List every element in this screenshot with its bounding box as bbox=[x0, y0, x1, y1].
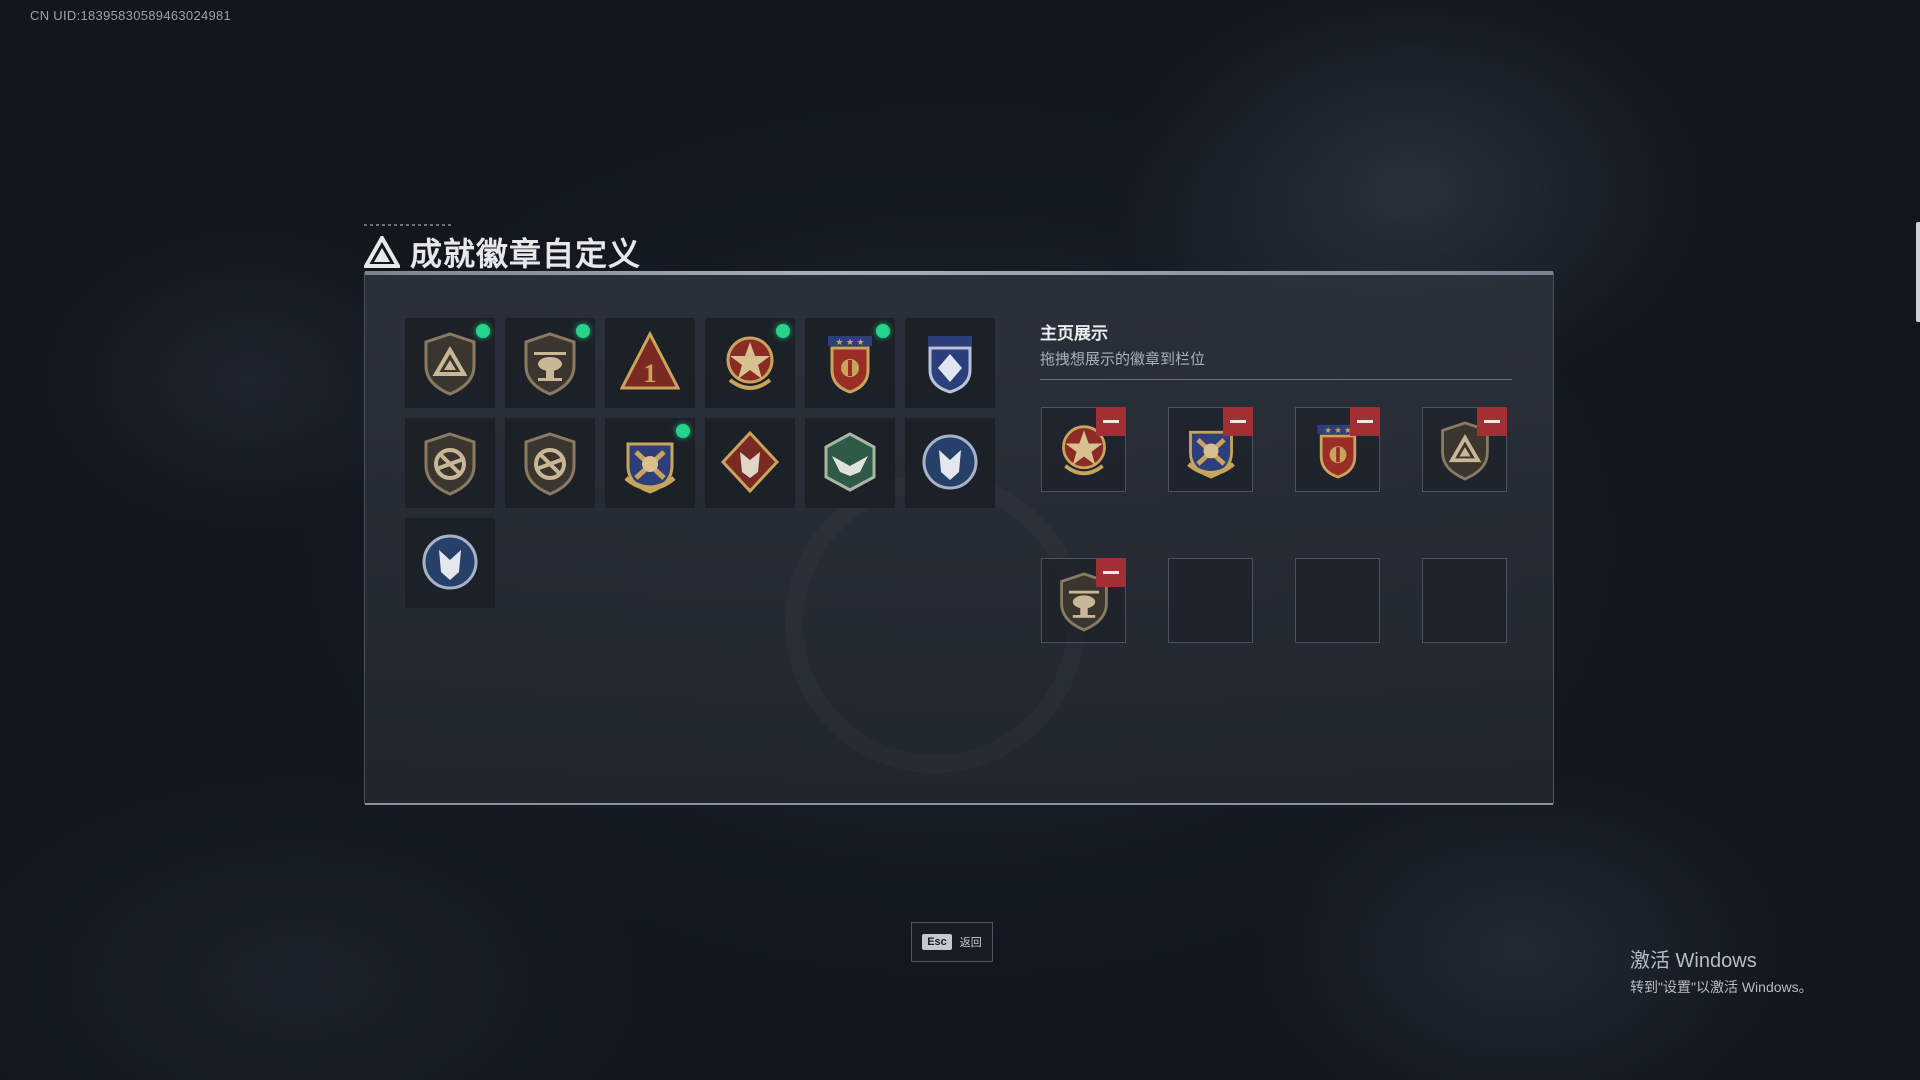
display-section-hint: 拖拽想展示的徽章到栏位 bbox=[1040, 351, 1206, 368]
anchor-cross-badge-icon bbox=[624, 442, 676, 494]
remove-badge-button[interactable] bbox=[1223, 407, 1253, 436]
wolf-circle-badge-icon bbox=[922, 434, 978, 490]
remove-badge-button[interactable] bbox=[1096, 407, 1126, 436]
helicopter-shield-badge-icon bbox=[524, 332, 576, 396]
divider bbox=[1040, 379, 1512, 380]
badge-slot[interactable] bbox=[405, 418, 495, 508]
activation-hint: 转到"设置"以激活 Windows。 bbox=[1630, 979, 1813, 995]
display-slot-filled[interactable] bbox=[1041, 558, 1126, 643]
display-slot-filled[interactable] bbox=[1041, 407, 1126, 492]
remove-badge-button[interactable] bbox=[1096, 558, 1126, 587]
badge-slot[interactable] bbox=[605, 418, 695, 508]
display-slot-empty[interactable] bbox=[1168, 558, 1253, 643]
new-badge-indicator bbox=[576, 324, 590, 338]
page-title: 成就徽章自定义 bbox=[410, 236, 642, 272]
no-rifle-shield-badge-icon bbox=[424, 432, 476, 496]
badge-inventory-grid: 1 ★ ★ ★ bbox=[405, 318, 995, 608]
triangle-logo-icon bbox=[364, 236, 400, 268]
new-badge-indicator bbox=[676, 424, 690, 438]
display-slot-empty[interactable] bbox=[1295, 558, 1380, 643]
svg-text:★ ★ ★: ★ ★ ★ bbox=[835, 337, 864, 347]
badge-slot[interactable] bbox=[505, 418, 595, 508]
svg-text:★ ★ ★: ★ ★ ★ bbox=[1324, 425, 1351, 435]
badge-slot[interactable] bbox=[905, 318, 995, 408]
triangle-shield-badge-icon bbox=[424, 332, 476, 396]
side-edge-tab[interactable] bbox=[1916, 222, 1920, 322]
no-rifle-shield-badge-icon bbox=[524, 432, 576, 496]
remove-badge-button[interactable] bbox=[1350, 407, 1380, 436]
display-slot-filled[interactable] bbox=[1422, 407, 1507, 492]
badge-slot[interactable] bbox=[905, 418, 995, 508]
page-header: 成就徽章自定义 bbox=[364, 224, 642, 274]
wolf-circle-badge-icon bbox=[422, 534, 478, 590]
wolf-diamond-badge-icon bbox=[720, 430, 780, 494]
badge-slot[interactable] bbox=[705, 418, 795, 508]
uid-label: CN UID:18395830589463024981 bbox=[30, 8, 232, 23]
minus-icon bbox=[1103, 420, 1119, 423]
badge-slot[interactable] bbox=[505, 318, 595, 408]
badge-slot[interactable] bbox=[705, 318, 795, 408]
display-section-title: 主页展示 bbox=[1040, 324, 1108, 343]
homepage-display-slots: ★ ★ ★ bbox=[1041, 407, 1507, 643]
badge-customize-panel: 1 ★ ★ ★ 主页展示 拖拽想展示的徽章到栏位 ★ ★ ★ bbox=[364, 271, 1554, 805]
minus-icon bbox=[1357, 420, 1373, 423]
new-badge-indicator bbox=[876, 324, 890, 338]
minus-icon bbox=[1230, 420, 1246, 423]
svg-text:1: 1 bbox=[644, 359, 657, 388]
windows-activation-watermark: 激活 Windows 转到"设置"以激活 Windows。 bbox=[1630, 944, 1813, 997]
eagle-hexagon-badge-icon bbox=[824, 432, 876, 492]
badge-slot[interactable]: 1 bbox=[605, 318, 695, 408]
back-label: 返回 bbox=[959, 937, 982, 949]
badge-slot[interactable] bbox=[405, 318, 495, 408]
star-wreath-badge-icon bbox=[726, 336, 774, 390]
panel-bottom-bar bbox=[365, 803, 1553, 805]
badge-slot[interactable] bbox=[405, 518, 495, 608]
remove-badge-button[interactable] bbox=[1477, 407, 1507, 436]
diamond-crest-badge-icon bbox=[928, 336, 972, 394]
minus-icon bbox=[1484, 420, 1500, 423]
badge-slot[interactable] bbox=[805, 418, 895, 508]
back-button[interactable]: Esc 返回 bbox=[911, 922, 993, 962]
display-slot-empty[interactable] bbox=[1422, 558, 1507, 643]
stars-crest-badge-icon: ★ ★ ★ bbox=[828, 336, 872, 394]
esc-key-hint: Esc bbox=[922, 934, 952, 950]
new-badge-indicator bbox=[476, 324, 490, 338]
display-slot-filled[interactable]: ★ ★ ★ bbox=[1295, 407, 1380, 492]
minus-icon bbox=[1103, 571, 1119, 574]
panel-top-bar bbox=[365, 271, 1553, 275]
title-decoration bbox=[364, 224, 454, 226]
rank-one-triangle-badge-icon: 1 bbox=[620, 330, 680, 390]
display-header: 主页展示 拖拽想展示的徽章到栏位 bbox=[1040, 319, 1512, 380]
badge-slot[interactable]: ★ ★ ★ bbox=[805, 318, 895, 408]
activation-title: 激活 Windows bbox=[1630, 950, 1757, 972]
display-slot-filled[interactable] bbox=[1168, 407, 1253, 492]
new-badge-indicator bbox=[776, 324, 790, 338]
